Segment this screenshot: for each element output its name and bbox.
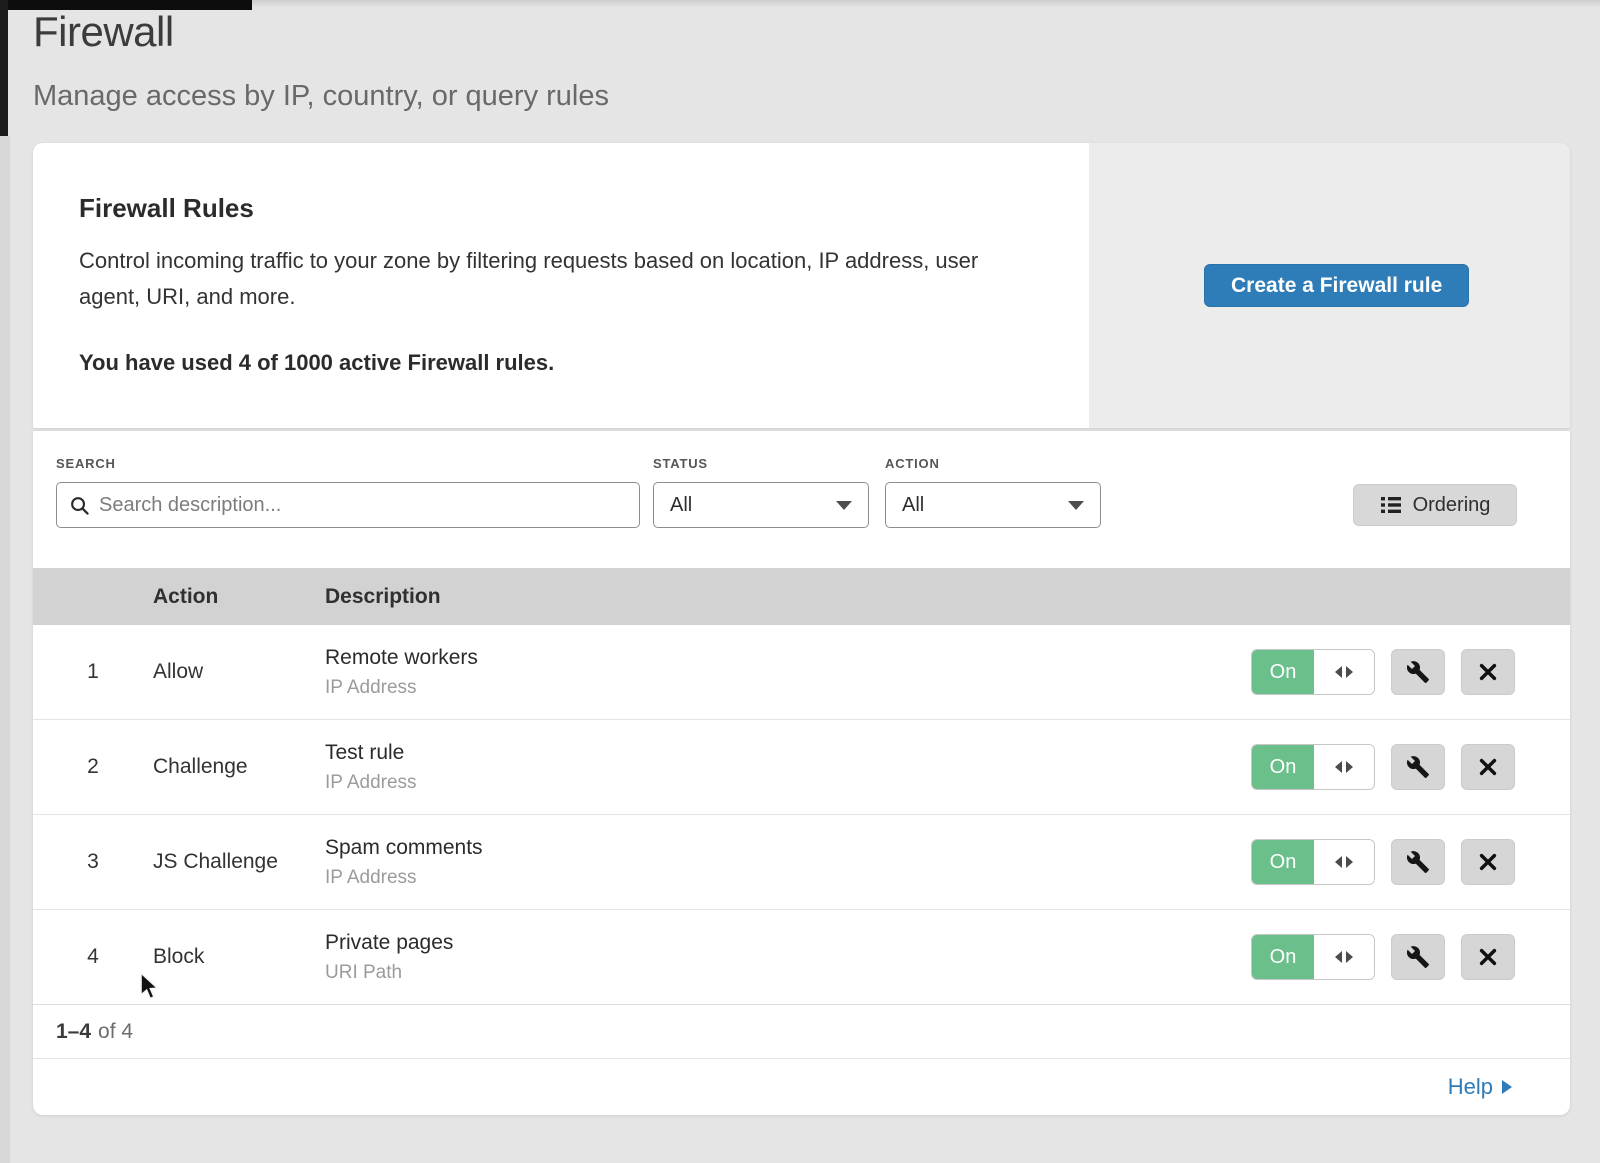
edit-rule-button[interactable]	[1391, 744, 1445, 790]
firewall-rules-list-card: SEARCH STATUS All ACTION All Ordering Ac…	[33, 431, 1570, 1115]
status-select-value: All	[670, 494, 836, 517]
rule-action: Block	[153, 945, 325, 969]
table-row: 1 Allow Remote workers IP Address On	[33, 625, 1570, 720]
rule-action: JS Challenge	[153, 850, 325, 874]
delete-rule-button[interactable]	[1461, 744, 1515, 790]
edit-rule-button[interactable]	[1391, 934, 1445, 980]
ordering-list-icon	[1380, 494, 1402, 516]
toggle-arrows-icon	[1314, 840, 1374, 884]
rule-enabled-toggle[interactable]: On	[1251, 934, 1375, 980]
action-label: ACTION	[885, 456, 940, 471]
rule-priority: 4	[33, 945, 153, 969]
column-header-description: Description	[325, 585, 1570, 609]
pagination: 1–4 of 4	[56, 1005, 133, 1058]
rule-enabled-toggle[interactable]: On	[1251, 649, 1375, 695]
rule-enabled-toggle[interactable]: On	[1251, 839, 1375, 885]
rule-action: Allow	[153, 660, 325, 684]
rules-table-body: 1 Allow Remote workers IP Address On	[33, 625, 1570, 1005]
toggle-on-label: On	[1252, 650, 1314, 694]
card-footer: Help	[33, 1058, 1570, 1115]
ordering-button-label: Ordering	[1413, 494, 1491, 517]
rule-priority: 3	[33, 850, 153, 874]
edit-rule-button[interactable]	[1391, 839, 1445, 885]
toggle-on-label: On	[1252, 935, 1314, 979]
card-description: Control incoming traffic to your zone by…	[79, 243, 1024, 315]
wrench-icon	[1406, 850, 1430, 874]
rule-priority: 1	[33, 660, 153, 684]
search-icon	[69, 495, 90, 516]
rule-enabled-toggle[interactable]: On	[1251, 744, 1375, 790]
table-header: Action Description	[33, 568, 1570, 625]
wrench-icon	[1406, 945, 1430, 969]
status-label: STATUS	[653, 456, 708, 471]
create-rule-panel: Create a Firewall rule	[1089, 143, 1570, 428]
wrench-icon	[1406, 660, 1430, 684]
table-row: 4 Block Private pages URI Path On	[33, 910, 1570, 1005]
rule-controls: On	[1251, 839, 1515, 885]
column-header-action: Action	[153, 585, 325, 609]
caret-down-icon	[836, 501, 852, 510]
toggle-on-label: On	[1252, 840, 1314, 884]
rule-priority: 2	[33, 755, 153, 779]
card-heading: Firewall Rules	[79, 193, 254, 224]
rule-controls: On	[1251, 744, 1515, 790]
help-link[interactable]: Help	[1448, 1074, 1512, 1100]
delete-rule-button[interactable]	[1461, 839, 1515, 885]
ordering-button[interactable]: Ordering	[1353, 484, 1517, 526]
delete-rule-button[interactable]	[1461, 934, 1515, 980]
table-row: 2 Challenge Test rule IP Address On	[33, 720, 1570, 815]
toggle-on-label: On	[1252, 745, 1314, 789]
create-firewall-rule-button[interactable]: Create a Firewall rule	[1204, 264, 1469, 307]
search-box	[56, 482, 640, 528]
wrench-icon	[1406, 755, 1430, 779]
help-arrow-icon	[1502, 1080, 1512, 1094]
screen-edge-artifact-left	[0, 0, 8, 136]
delete-rule-button[interactable]	[1461, 649, 1515, 695]
help-link-label: Help	[1448, 1074, 1493, 1100]
usage-note: You have used 4 of 1000 active Firewall …	[79, 350, 554, 376]
pagination-total: of 4	[98, 1020, 133, 1044]
pagination-range: 1–4	[56, 1020, 91, 1044]
rule-controls: On	[1251, 934, 1515, 980]
edit-rule-button[interactable]	[1391, 649, 1445, 695]
page-title: Firewall	[33, 8, 174, 56]
search-input[interactable]	[99, 494, 627, 517]
toggle-arrows-icon	[1314, 935, 1374, 979]
firewall-rules-overview-card: Create a Firewall rule Firewall Rules Co…	[33, 143, 1570, 428]
search-label: SEARCH	[56, 456, 116, 471]
status-select[interactable]: All	[653, 482, 869, 528]
page-subtitle: Manage access by IP, country, or query r…	[33, 80, 609, 113]
toggle-arrows-icon	[1314, 650, 1374, 694]
close-icon	[1477, 756, 1499, 778]
close-icon	[1477, 851, 1499, 873]
action-select[interactable]: All	[885, 482, 1101, 528]
screen-edge-shade	[0, 136, 10, 1163]
rule-action: Challenge	[153, 755, 325, 779]
close-icon	[1477, 946, 1499, 968]
action-select-value: All	[902, 494, 1068, 517]
close-icon	[1477, 661, 1499, 683]
rule-controls: On	[1251, 649, 1515, 695]
caret-down-icon	[1068, 501, 1084, 510]
toggle-arrows-icon	[1314, 745, 1374, 789]
table-row: 3 JS Challenge Spam comments IP Address …	[33, 815, 1570, 910]
